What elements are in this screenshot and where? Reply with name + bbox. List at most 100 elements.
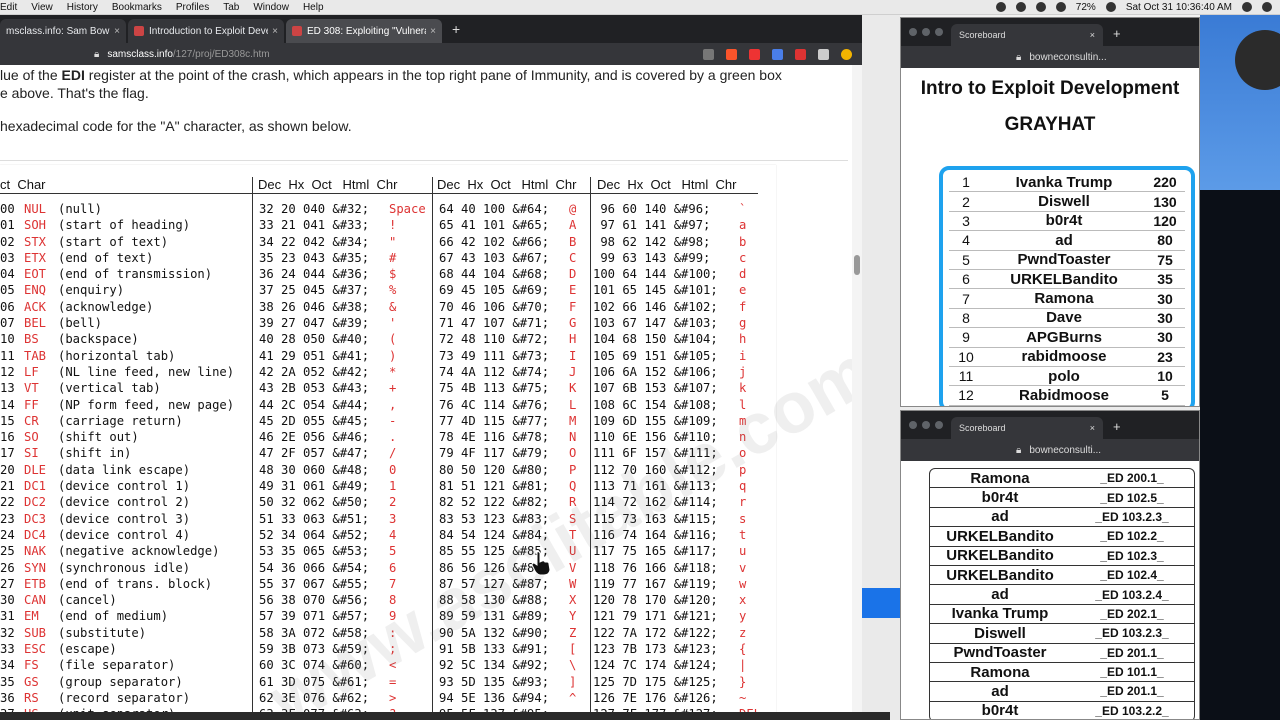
extension-icon[interactable] (772, 48, 783, 60)
menu-history[interactable]: History (67, 2, 98, 13)
menu-help[interactable]: Help (303, 2, 324, 13)
new-tab-button[interactable]: + (1113, 419, 1121, 434)
ascii-cell: 33 (0, 642, 15, 657)
ascii-cell: h (739, 332, 747, 347)
zoom-dot[interactable] (935, 28, 943, 36)
zoom-icon[interactable] (703, 48, 714, 60)
lock-icon[interactable]: 🔒︎ (1016, 52, 1021, 63)
ascii-cell: g (739, 316, 747, 331)
close-icon[interactable]: × (114, 26, 120, 37)
ascii-cell: 120 78 170 &#120; (593, 593, 718, 608)
table-row: Ramona _ED 101.1_ (930, 663, 1194, 683)
url-text[interactable]: bowneconsulti... (1029, 445, 1101, 456)
table-row: 10 rabidmoose 23 (949, 348, 1185, 367)
menu-window[interactable]: Window (253, 2, 289, 13)
ascii-cell: 98 62 142 &#98; (593, 234, 711, 249)
ascii-cell: 100 64 144 &#100; (593, 267, 718, 282)
close-icon[interactable]: × (1090, 423, 1095, 433)
close-dot[interactable] (909, 421, 917, 429)
mac-menubar: Edit View History Bookmarks Profiles Tab… (0, 0, 1280, 15)
ascii-cell: 33 21 041 &#33; (259, 218, 370, 233)
minimize-dot[interactable] (922, 421, 930, 429)
ascii-cell: (end of transmission) (58, 267, 213, 282)
ascii-cell: 04 (0, 267, 15, 282)
close-icon[interactable]: × (430, 26, 436, 37)
wifi-icon[interactable] (1055, 2, 1066, 12)
brave-shield-icon[interactable] (726, 48, 737, 60)
control-center-icon[interactable] (1262, 2, 1272, 12)
extension-icon[interactable] (795, 48, 806, 60)
player-name: APGBurns (1026, 328, 1102, 346)
menu-tab[interactable]: Tab (223, 2, 239, 13)
tab-intro-exploit[interactable]: Introduction to Exploit Developm × (128, 19, 284, 43)
menu-bookmarks[interactable]: Bookmarks (112, 2, 162, 13)
ascii-cell: 123 7B 173 &#123; (593, 642, 718, 657)
menu-view[interactable]: View (31, 2, 53, 13)
battery-icon[interactable] (1105, 2, 1116, 12)
ascii-cell: 24 (0, 527, 15, 542)
new-tab-button[interactable]: + (452, 21, 460, 37)
ascii-cell: NAK (24, 544, 47, 559)
ascii-cell: DC1 (24, 479, 47, 494)
ascii-cell: j (739, 364, 747, 379)
player-points: 120 (1153, 212, 1177, 229)
ascii-cell: (acknowledge) (58, 299, 154, 314)
ascii-cell: STX (24, 234, 47, 249)
ascii-cell: v (739, 560, 747, 575)
record-icon[interactable] (1015, 2, 1026, 12)
ascii-cell: 03 (0, 250, 15, 265)
table-row: PwndToaster _ED 201.1_ (930, 644, 1194, 663)
tab-ed308[interactable]: ED 308: Exploiting "Vulnerable S × (286, 19, 442, 43)
search-icon[interactable] (1242, 2, 1252, 12)
ascii-cell: (device control 2) (58, 495, 191, 510)
ascii-cell: 103 67 147 &#103; (593, 316, 718, 331)
ascii-cell: 69 45 105 &#69; (439, 283, 550, 298)
brave-rewards-icon[interactable] (749, 48, 760, 60)
puzzle-icon[interactable] (818, 48, 829, 60)
player-name: ad (991, 682, 1009, 700)
tab-scoreboard[interactable]: Scoreboard × (951, 24, 1103, 46)
lock-icon[interactable]: 🔒︎ (1016, 445, 1021, 456)
profile-icon[interactable] (841, 48, 852, 60)
ascii-cell: > (389, 690, 397, 705)
url-host: samsclass.info (107, 48, 173, 60)
tab-samsclass[interactable]: msclass.info: Sam Bowne Cla × (0, 19, 126, 43)
address-bar[interactable]: 🔒︎ samsclass.info/127/proj/ED308c.htm (0, 43, 862, 65)
close-icon[interactable]: × (272, 26, 278, 37)
menubar-clock[interactable]: Sat Oct 31 10:36:40 AM (1126, 2, 1232, 13)
table-row: ad _ED 103.2.4_ (930, 585, 1194, 605)
url-text[interactable]: bowneconsultin... (1029, 52, 1106, 63)
ascii-cell: 32 (0, 625, 15, 640)
tab-bar: Scoreboard × + (901, 18, 1199, 46)
scoreboard-window-top: Scoreboard × + 🔒︎ bowneconsultin... Intro… (900, 17, 1200, 407)
address-bar[interactable]: 🔒︎ bowneconsultin... (901, 46, 1199, 68)
cloud-icon[interactable] (1035, 2, 1046, 12)
scrollbar-thumb[interactable] (854, 255, 860, 275)
close-icon[interactable]: × (1090, 30, 1095, 40)
lock-icon[interactable]: 🔒︎ (94, 49, 99, 60)
ascii-cell: RS (24, 690, 39, 705)
new-tab-button[interactable]: + (1113, 26, 1121, 41)
address-bar[interactable]: 🔒︎ bowneconsulti... (901, 439, 1199, 461)
ascii-cell: s (739, 511, 747, 526)
scrollbar[interactable] (852, 65, 862, 712)
menu-profiles[interactable]: Profiles (176, 2, 209, 13)
ascii-cell: 3 (389, 511, 397, 526)
menu-edit[interactable]: Edit (0, 2, 17, 13)
table-row: 8 Dave 30 (949, 309, 1185, 329)
ascii-name-column: NUL SOH STX ETX EOT ENQ ACK BEL BS TAB LF VT FF CR SO S… (24, 201, 46, 712)
ascii-cell: (vertical tab) (58, 381, 161, 396)
close-dot[interactable] (909, 28, 917, 36)
gmail-icon[interactable] (995, 2, 1006, 12)
tab-scoreboard[interactable]: Scoreboard × (951, 417, 1103, 439)
table-row: Diswell _ED 103.2.3_ (930, 624, 1194, 644)
ascii-cell: 79 4F 117 &#79; (439, 446, 550, 461)
tab-title: Introduction to Exploit Developm (149, 25, 268, 37)
player-name: Ramona (1034, 290, 1094, 308)
minimize-dot[interactable] (922, 28, 930, 36)
ascii-cell: 126 7E 176 &#126; (593, 690, 718, 705)
zoom-dot[interactable] (935, 421, 943, 429)
ascii-cell: (NL line feed, new line) (58, 364, 235, 379)
ascii-cell: $ (389, 267, 397, 282)
url-text[interactable]: samsclass.info/127/proj/ED308c.htm (107, 49, 703, 60)
